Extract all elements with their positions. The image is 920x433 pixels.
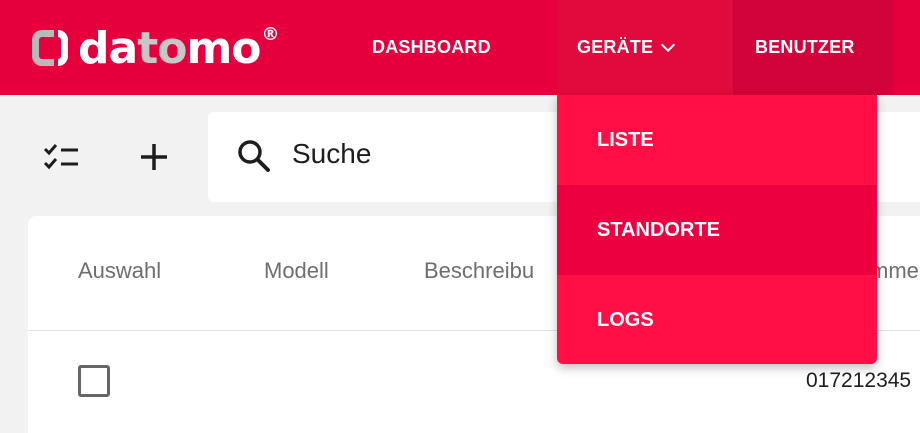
menu-item-standorte[interactable]: STANDORTE — [557, 185, 877, 275]
menu-item-logs-label: LOGS — [597, 308, 654, 331]
logo-mark-icon — [32, 30, 68, 66]
menu-item-standorte-label: STANDORTE — [597, 218, 720, 241]
geraete-dropdown-menu: LISTE STANDORTE LOGS — [557, 95, 877, 364]
menu-item-liste-label: LISTE — [597, 128, 654, 151]
menu-item-logs[interactable]: LOGS — [557, 275, 877, 365]
chevron-down-icon — [661, 37, 676, 52]
column-header-beschreibung[interactable]: Beschreibu — [424, 258, 534, 284]
column-header-nummer[interactable]: mmer — [870, 258, 920, 284]
plus-icon[interactable] — [134, 138, 174, 178]
column-header-auswahl[interactable]: Auswahl — [78, 258, 161, 284]
menu-item-liste[interactable]: LISTE — [557, 95, 877, 185]
column-header-modell[interactable]: Modell — [264, 258, 329, 284]
checklist-icon[interactable] — [42, 138, 82, 178]
top-navbar: dato mo ® DASHBOARD GERÄTE BENUTZER — [0, 0, 920, 95]
row-select-checkbox[interactable] — [78, 365, 110, 397]
nav-geraete-label: GERÄTE — [577, 37, 654, 57]
datomo-logo[interactable]: dato mo ® — [32, 20, 280, 76]
nav-benutzer-label: BENUTZER — [755, 37, 855, 57]
nav-geraete[interactable]: GERÄTE — [557, 0, 733, 95]
registered-mark: ® — [261, 23, 280, 45]
nav-dashboard[interactable]: DASHBOARD — [372, 0, 491, 95]
nav-benutzer[interactable]: BENUTZER — [733, 0, 893, 95]
logo-mo: mo — [186, 22, 261, 74]
row-number-cell: 017212345 — [806, 369, 912, 392]
search-placeholder[interactable]: Suche — [292, 138, 371, 170]
search-icon — [238, 140, 270, 172]
logo-dato: dato — [78, 22, 187, 74]
nav-dashboard-label: DASHBOARD — [372, 37, 491, 57]
